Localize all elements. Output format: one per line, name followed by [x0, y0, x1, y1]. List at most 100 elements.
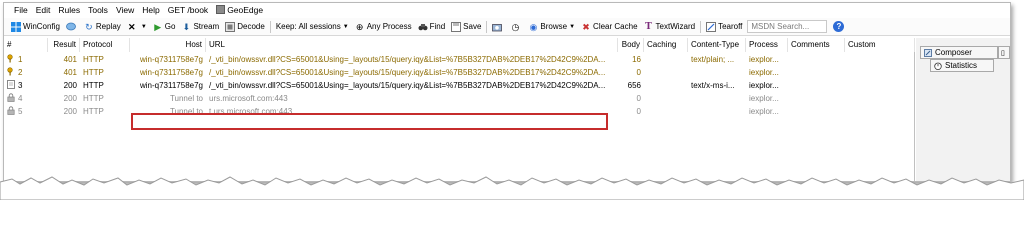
cell-body: 0	[618, 92, 644, 105]
keep-sessions-dropdown[interactable]: Keep: All sessions ▼	[273, 19, 352, 35]
decode-icon	[225, 21, 236, 32]
cell-process-text: iexplor...	[749, 81, 779, 90]
cell-content-type	[688, 66, 746, 79]
column-header-comments[interactable]: Comments	[788, 38, 845, 52]
find-button[interactable]: Find	[415, 19, 449, 35]
save-label: Save	[463, 22, 482, 31]
cell-content-type: text/plain; ...	[688, 53, 746, 66]
winconfig-label: WinConfig	[23, 22, 60, 31]
chevron-down-icon: ▼	[569, 23, 576, 30]
cell-result-text: 200	[63, 81, 77, 90]
winconfig-button[interactable]: WinConfig	[8, 19, 63, 35]
replay-label: Replay	[95, 22, 121, 31]
tab-overflow[interactable]: ▯	[998, 46, 1010, 59]
cell-protocol: HTTP	[80, 105, 130, 118]
keep-sessions-label: Keep: All sessions	[275, 22, 341, 31]
textwizard-button[interactable]: T TextWizard	[641, 19, 699, 35]
table-row[interactable]: 4 200 HTTP Tunnel to urs.microsoft.com:443 0 i…	[4, 92, 915, 105]
windows-icon	[11, 21, 21, 32]
cell-result: 401	[48, 53, 80, 66]
cell-num-text: 5	[18, 107, 23, 116]
clock-icon: ◷	[511, 21, 520, 32]
menu-edit[interactable]: Edit	[32, 3, 55, 17]
cell-host: win-q7311758e7g	[130, 66, 206, 79]
cell-process: iexplor...	[746, 79, 788, 92]
column-header-process[interactable]: Process	[746, 38, 788, 52]
composer-icon	[924, 49, 932, 57]
menu-geoedge[interactable]: GeoEdge	[212, 3, 267, 17]
column-header-body[interactable]: Body	[618, 38, 644, 52]
textwizard-label: TextWizard	[655, 22, 696, 31]
column-header-protocol[interactable]: Protocol	[80, 38, 130, 52]
menu-tools[interactable]: Tools	[84, 3, 112, 17]
save-button[interactable]: Save	[448, 19, 484, 35]
replay-icon: ↻	[85, 21, 93, 32]
column-header-caching[interactable]: Caching	[644, 38, 688, 52]
camera-icon	[492, 22, 503, 32]
menu-help[interactable]: Help	[138, 3, 163, 17]
go-button[interactable]: ▶ Go	[150, 19, 179, 35]
cell-host: win-q7311758e7g	[130, 53, 206, 66]
table-row[interactable]: 3 200 HTTP win-q7311758e7g /_vti_bin/owssvr.…	[4, 79, 915, 92]
comment-button[interactable]	[63, 19, 81, 35]
cell-process-text: iexplor...	[749, 68, 779, 77]
cell-num: 2	[4, 66, 48, 79]
table-row[interactable]: 1 401 HTTP win-q7311758e7g /_vti_bin/owssvr.…	[4, 53, 915, 66]
decode-button[interactable]: Decode	[222, 19, 268, 35]
torn-edge	[0, 176, 1024, 200]
column-header-number[interactable]: #	[4, 38, 48, 52]
cell-body: 656	[618, 79, 644, 92]
cell-content-type-text: text/plain; ...	[691, 55, 735, 64]
toolbar-divider	[486, 20, 488, 33]
stream-button[interactable]: ⬇ Stream	[178, 19, 222, 35]
cell-num-text: 1	[18, 55, 23, 64]
menu-view[interactable]: View	[112, 3, 138, 17]
menu-rules[interactable]: Rules	[54, 3, 84, 17]
timer-button[interactable]: ◷	[507, 19, 525, 35]
key-icon	[7, 67, 13, 76]
cell-num: 1	[4, 53, 48, 66]
cell-process-text: iexplor...	[749, 94, 779, 103]
help-icon[interactable]: ?	[833, 21, 845, 32]
cell-protocol-text: HTTP	[83, 68, 104, 77]
remove-button[interactable]: ✕ ▼	[124, 19, 150, 35]
table-row[interactable]: 2 401 HTTP win-q7311758e7g /_vti_bin/owssvr.…	[4, 66, 915, 79]
cell-process-text: iexplor...	[749, 107, 779, 116]
play-icon: ▶	[154, 21, 162, 32]
cell-process: iexplor...	[746, 66, 788, 79]
column-header-result[interactable]: Result	[48, 38, 80, 52]
cell-content-type-text: text/x-ms-i...	[691, 81, 735, 90]
clear-cache-icon: ✖	[582, 21, 590, 32]
menu-get-book[interactable]: GET /book	[164, 3, 212, 17]
cell-body-text: 0	[636, 107, 641, 116]
column-header-custom[interactable]: Custom	[845, 38, 915, 52]
go-label: Go	[164, 22, 176, 31]
column-header-url[interactable]: URL	[206, 38, 618, 52]
cell-url: /_vti_bin/owssvr.dll?CS=65001&Using=_lay…	[206, 66, 618, 79]
cell-num-text: 2	[18, 68, 23, 77]
column-header-content-type[interactable]: Content-Type	[688, 38, 746, 52]
tab-composer[interactable]: Composer	[920, 46, 998, 59]
cell-content-type	[688, 105, 746, 118]
any-process-button[interactable]: ⊕ Any Process	[352, 19, 415, 35]
cell-body-text: 0	[636, 94, 641, 103]
screenshot-button[interactable]	[489, 19, 507, 35]
lock-icon	[7, 106, 15, 115]
find-label: Find	[429, 22, 446, 31]
msdn-search-input[interactable]: MSDN Search...	[747, 20, 828, 33]
browse-button[interactable]: ◉ Browse ▼	[525, 19, 578, 35]
cell-body: 16	[618, 53, 644, 66]
toolbar: WinConfig ↻ Replay ✕ ▼ ▶ Go ⬇ Stream Decode …	[4, 18, 1010, 36]
replay-button[interactable]: ↻ Replay	[81, 19, 124, 35]
decode-label: Decode	[237, 22, 265, 31]
tearoff-button[interactable]: Tearoff	[703, 19, 745, 35]
column-header-host[interactable]: Host	[130, 38, 206, 52]
highlight-annotation	[131, 113, 608, 130]
menu-file[interactable]: File	[10, 3, 32, 17]
cell-num: 5	[4, 105, 48, 118]
cell-num: 4	[4, 92, 48, 105]
cell-content-type	[688, 92, 746, 105]
cell-result-text: 200	[63, 94, 77, 103]
clear-cache-button[interactable]: ✖ Clear Cache	[578, 19, 640, 35]
tab-statistics[interactable]: Statistics	[930, 59, 994, 72]
